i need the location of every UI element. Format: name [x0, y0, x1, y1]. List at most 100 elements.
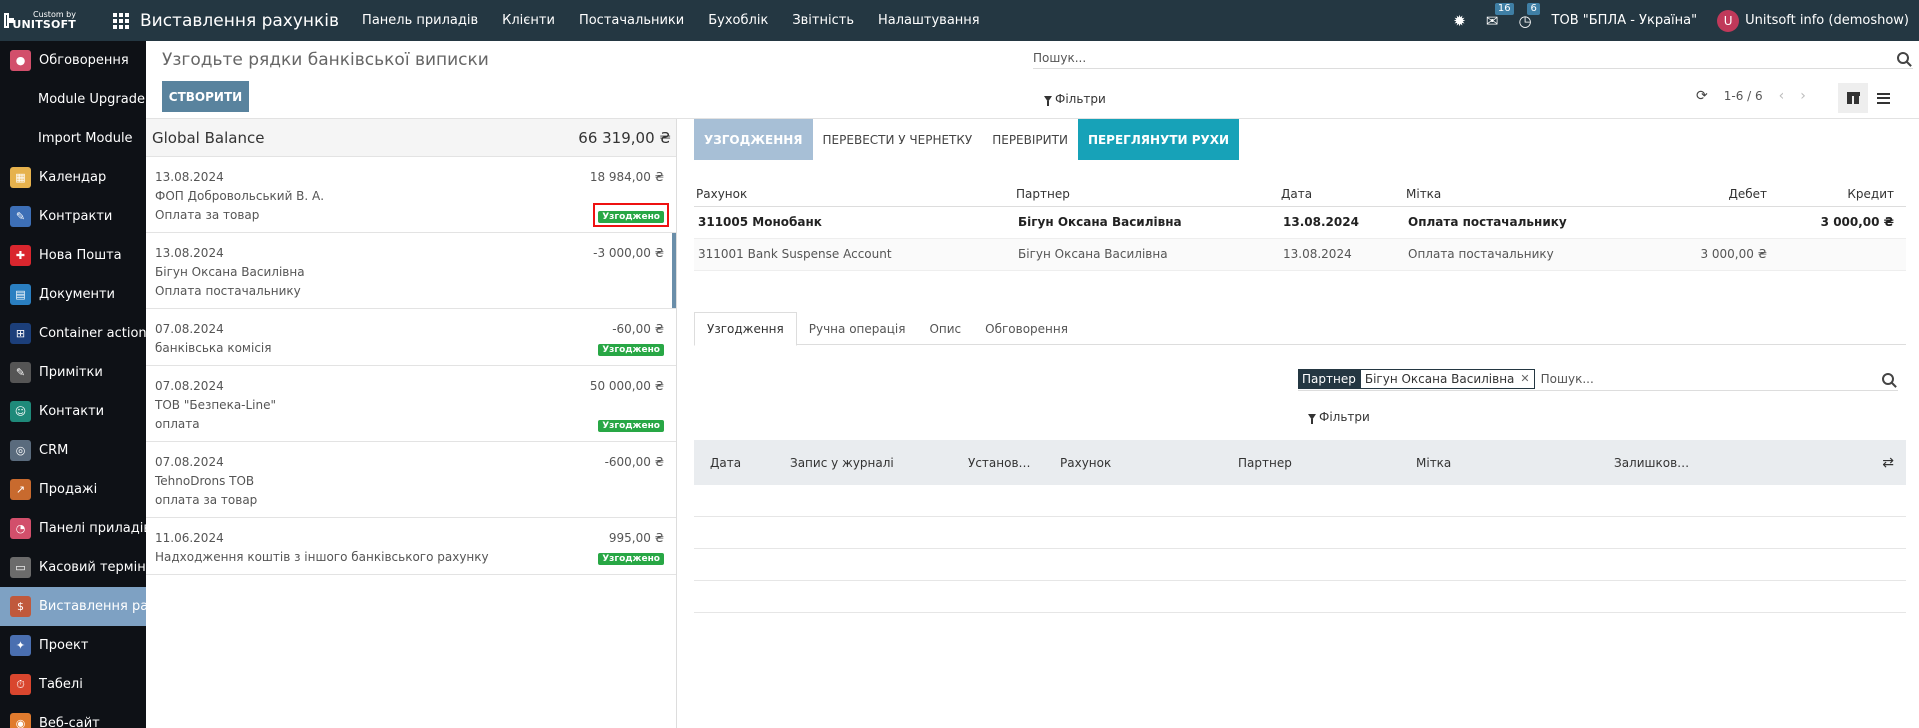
- moves-search-input[interactable]: [1534, 371, 1882, 386]
- create-button[interactable]: СТВОРИТИ: [162, 81, 249, 112]
- menu-item-settings[interactable]: Налаштування: [866, 13, 992, 28]
- tab-manual-operation[interactable]: Ручна операція: [797, 312, 918, 345]
- sidebar-item[interactable]: ▤ Документи: [0, 275, 146, 314]
- menu-item-customers[interactable]: Клієнти: [490, 13, 567, 28]
- statement-date: 07.08.2024: [155, 321, 224, 336]
- apps-menu-icon[interactable]: [113, 12, 129, 29]
- sidebar-item[interactable]: ⊞ Container actions: [0, 314, 146, 353]
- app-title[interactable]: Виставлення рахунків: [140, 11, 339, 31]
- sidebar-item[interactable]: ▭ Касовий термін…: [0, 548, 146, 587]
- line-date: 13.08.2024: [1279, 206, 1404, 239]
- user-menu[interactable]: U Unitsoft info (demoshow): [1717, 9, 1909, 32]
- statement-line-card[interactable]: 11.06.2024 995,00 ₴ Надходження коштів з і…: [146, 518, 676, 575]
- sidebar-item[interactable]: ◎ CRM: [0, 431, 146, 470]
- sidebar-item-label: Продажі: [39, 482, 98, 497]
- reset-to-draft-button[interactable]: ПЕРЕВЕСТИ У ЧЕРНЕТКУ: [813, 119, 983, 160]
- column-settings-icon[interactable]: ⇄: [1882, 455, 1894, 471]
- menu-item-vendors[interactable]: Постачальники: [567, 13, 696, 28]
- list-item: [694, 485, 1906, 517]
- status-badge: Узгоджено: [598, 552, 664, 565]
- action-bar: УЗГОДЖЕННЯ ПЕРЕВЕСТИ У ЧЕРНЕТКУ ПЕРЕВІРИ…: [694, 119, 1906, 160]
- statement-date: 07.08.2024: [155, 378, 224, 393]
- sidebar-item[interactable]: ⏱ Табелі: [0, 665, 146, 704]
- status-badge: Узгоджено: [598, 210, 664, 223]
- sidebar-item[interactable]: ✎ Примітки: [0, 353, 146, 392]
- line-account: 311005 Монобанк: [694, 206, 1014, 239]
- sidebar-item[interactable]: Module Upgrade: [0, 80, 146, 119]
- menu-item-dashboard[interactable]: Панель приладів: [350, 13, 490, 28]
- project-icon: ✦: [10, 635, 31, 656]
- menu-item-accounting[interactable]: Бухоблік: [696, 13, 780, 28]
- sidebar-item[interactable]: ◔ Панелі приладів: [0, 509, 146, 548]
- check-button[interactable]: ПЕРЕВІРИТИ: [982, 119, 1078, 160]
- sidebar-item[interactable]: ● Обговорення: [0, 41, 146, 80]
- close-icon[interactable]: ✕: [1520, 372, 1529, 385]
- col-account: Рахунок: [694, 182, 1014, 207]
- moves-col-partner[interactable]: Партнер: [1238, 456, 1292, 470]
- search-input[interactable]: [1033, 50, 1897, 65]
- messages-icon[interactable]: ✉ 16: [1486, 2, 1514, 30]
- tab-discussion[interactable]: Обговорення: [973, 312, 1080, 345]
- documents-icon: ▤: [10, 284, 31, 305]
- moves-col-journal-entry[interactable]: Запис у журналі: [790, 456, 894, 470]
- moves-col-residual[interactable]: Залишков…: [1614, 456, 1689, 470]
- line-credit: 3 000,00 ₴: [1779, 206, 1906, 239]
- statement-reference: банківська комісія: [155, 340, 272, 355]
- sidebar-item[interactable]: ✚ Нова Пошта: [0, 236, 146, 275]
- statement-line-card[interactable]: 07.08.2024 50 000,00 ₴ ТОВ "Безпека-Line" о…: [146, 366, 676, 442]
- journal-lines-table: Рахунок Партнер Дата Мітка Дебет Кредит …: [694, 182, 1906, 271]
- sidebar-item[interactable]: Import Module: [0, 119, 146, 158]
- pager-value[interactable]: 1-6 / 6: [1724, 89, 1763, 103]
- bug-icon[interactable]: ✹: [1453, 12, 1466, 30]
- user-name: Unitsoft info (demoshow): [1745, 13, 1909, 28]
- company-switcher[interactable]: ТОВ "БПЛА - Україна": [1552, 13, 1698, 28]
- table-row[interactable]: 311005 Монобанк Бігун Оксана Василівна 1…: [694, 206, 1906, 239]
- col-debit: Дебет: [1654, 182, 1779, 207]
- table-row[interactable]: 311001 Bank Suspense Account Бігун Оксан…: [694, 238, 1906, 271]
- sidebar-item[interactable]: ✦ Проект: [0, 626, 146, 665]
- sidebar-item[interactable]: ☺ Контакти: [0, 392, 146, 431]
- moves-filters-button[interactable]: Фільтри: [1308, 410, 1370, 424]
- statement-reference: Оплата за товар: [155, 207, 260, 222]
- control-panel: Узгодьте рядки банківської виписки СТВОР…: [146, 41, 1919, 119]
- statement-line-card[interactable]: 07.08.2024 -60,00 ₴ банківська комісія Узго…: [146, 309, 676, 366]
- sidebar-item[interactable]: ↗ Продажі: [0, 470, 146, 509]
- col-credit: Кредит: [1779, 182, 1906, 207]
- refresh-icon[interactable]: ⟳: [1696, 88, 1708, 104]
- sidebar-item-label: Контракти: [39, 209, 113, 224]
- statement-date: 13.08.2024: [155, 245, 224, 260]
- statement-line-card[interactable]: 13.08.2024 18 984,00 ₴ ФОП Добровольський …: [146, 157, 676, 233]
- sidebar-item[interactable]: ✎ Контракти: [0, 197, 146, 236]
- search-icon[interactable]: [1897, 51, 1909, 64]
- list-view-button[interactable]: [1868, 83, 1898, 113]
- tab-reconciliation[interactable]: Узгодження: [694, 312, 797, 346]
- kanban-view-button[interactable]: [1838, 83, 1868, 113]
- sidebar-item[interactable]: ◉ Веб-сайт: [0, 704, 146, 728]
- search-icon[interactable]: [1882, 372, 1894, 385]
- statement-line-card[interactable]: 13.08.2024 -3 000,00 ₴ Бігун Оксана Василі…: [146, 233, 676, 309]
- sidebar-item-label: Виставлення ра…: [39, 599, 146, 614]
- chat-icon: ●: [10, 50, 31, 71]
- statement-amount: -600,00 ₴: [604, 454, 664, 469]
- moves-col-account[interactable]: Рахунок: [1060, 456, 1111, 470]
- menu-item-reporting[interactable]: Звітність: [780, 13, 866, 28]
- filters-button[interactable]: Фільтри: [1044, 92, 1106, 106]
- statement-partner: ФОП Добровольський В. А.: [155, 188, 325, 203]
- reconcile-tab-button[interactable]: УЗГОДЖЕННЯ: [694, 119, 813, 160]
- view-moves-button[interactable]: ПЕРЕГЛЯНУТИ РУХИ: [1077, 119, 1240, 160]
- sidebar-item-label: Касовий термін…: [39, 560, 146, 575]
- activities-clock-icon[interactable]: ◷ 6: [1518, 2, 1540, 30]
- statement-amount: -60,00 ₴: [612, 321, 664, 336]
- moves-col-date[interactable]: Дата: [710, 456, 741, 470]
- facet-label: Партнер: [1298, 368, 1360, 389]
- tab-description[interactable]: Опис: [917, 312, 973, 345]
- chevron-left-icon[interactable]: ‹: [1779, 88, 1785, 104]
- statement-line-card[interactable]: 07.08.2024 -600,00 ₴ TehnoDrons ТОВ оплата …: [146, 442, 676, 518]
- moves-col-label[interactable]: Мітка: [1416, 456, 1451, 470]
- statement-list: 13.08.2024 18 984,00 ₴ ФОП Добровольський …: [146, 157, 676, 575]
- moves-col-established[interactable]: Установ…: [968, 456, 1031, 470]
- brand-logo[interactable]: Custom by UNITSOFT: [0, 0, 76, 41]
- sidebar-item[interactable]: $ Виставлення ра…: [0, 587, 146, 626]
- sidebar-item[interactable]: ▦ Календар: [0, 158, 146, 197]
- chevron-right-icon[interactable]: ›: [1800, 88, 1806, 104]
